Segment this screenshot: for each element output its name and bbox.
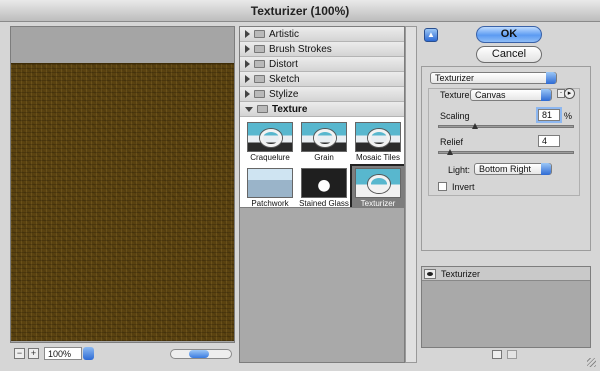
relief-slider[interactable] <box>438 149 574 155</box>
collapsed-triangle-icon <box>245 75 250 83</box>
filter-settings-panel: Texturizer Texture: Canvas - ▸ Scaling 8… <box>421 66 591 251</box>
filter-gallery-empty-area <box>239 208 405 363</box>
relief-label: Relief <box>440 137 464 147</box>
window-title: Texturizer (100%) <box>0 0 600 22</box>
light-label: Light: <box>448 165 471 175</box>
category-brush-strokes[interactable]: Brush Strokes <box>240 42 404 57</box>
filter-thumb-grain[interactable]: Grain <box>298 120 350 164</box>
folder-icon <box>257 105 268 113</box>
category-label: Brush Strokes <box>269 43 332 55</box>
filter-thumb-label: Mosaic Tiles <box>355 153 400 162</box>
zoom-in-button[interactable]: + <box>28 348 39 359</box>
filter-preview-thumbnail <box>355 168 401 198</box>
folder-icon <box>254 30 265 38</box>
scaling-label: Scaling <box>440 111 470 121</box>
folder-icon <box>254 90 265 98</box>
filter-preview-thumbnail <box>247 122 293 152</box>
filter-thumb-craquelure[interactable]: Craquelure <box>244 120 296 164</box>
invert-checkbox[interactable] <box>438 182 447 191</box>
select-arrows-icon <box>546 72 556 84</box>
preview-zoom-bar: − + 100% <box>10 346 235 362</box>
zoom-level-field[interactable]: 100% <box>44 347 82 360</box>
relief-field[interactable]: 4 <box>538 135 560 147</box>
filter-thumb-label: Grain <box>314 153 334 162</box>
ok-button[interactable]: OK <box>476 26 542 43</box>
filter-thumb-label: Stained Glass <box>299 199 349 208</box>
effect-layer-label: Texturizer <box>441 269 481 279</box>
filter-thumb-mosaic-tiles[interactable]: Mosaic Tiles <box>352 120 404 164</box>
category-label: Distort <box>269 58 298 70</box>
preview-horizontal-scrollbar[interactable] <box>170 349 232 359</box>
category-label: Sketch <box>269 73 300 85</box>
filter-preview-ring <box>314 129 336 147</box>
category-distort[interactable]: Distort <box>240 57 404 72</box>
light-select[interactable]: Bottom Right <box>474 163 552 175</box>
filter-thumb-patchwork[interactable]: Patchwork <box>244 166 296 208</box>
filter-thumb-label: Craquelure <box>250 153 290 162</box>
effect-layers-panel: Texturizer <box>421 266 591 348</box>
category-artistic[interactable]: Artistic <box>240 27 404 42</box>
preview-pane[interactable] <box>10 26 235 343</box>
folder-icon <box>254 60 265 68</box>
filter-thumb-label: Texturizer <box>360 199 396 208</box>
collapsed-triangle-icon <box>245 90 250 98</box>
effect-layer-row[interactable]: Texturizer <box>422 267 590 281</box>
filter-preview-thumbnail <box>355 122 401 152</box>
filter-thumb-label: Patchwork <box>251 199 289 208</box>
category-stylize[interactable]: Stylize <box>240 87 404 102</box>
category-texture[interactable]: Texture <box>240 102 404 117</box>
texture-preview-image[interactable] <box>11 63 234 341</box>
texture-select[interactable]: Canvas <box>470 89 552 101</box>
zoom-dropdown-arrow-icon[interactable] <box>83 347 94 360</box>
filter-preview-thumbnail <box>301 168 347 198</box>
resize-grip-icon[interactable] <box>587 358 596 367</box>
collapse-gallery-button[interactable]: ▲ <box>424 28 438 42</box>
select-arrows-icon <box>541 163 551 175</box>
texture-select-value: Canvas <box>475 90 506 100</box>
filter-preview-ring <box>260 129 282 147</box>
invert-label: Invert <box>452 182 475 192</box>
category-label: Artistic <box>269 28 299 40</box>
texture-filter-thumbnails: Craquelure Grain Mosaic Tiles Patchwork … <box>240 117 404 208</box>
cancel-button[interactable]: Cancel <box>476 46 542 63</box>
load-texture-arrow-icon[interactable]: ▸ <box>564 88 575 99</box>
collapsed-triangle-icon <box>245 60 250 68</box>
delete-effect-layer-icon[interactable] <box>507 350 517 359</box>
filter-preview-ring <box>368 175 390 193</box>
filter-preview-ring <box>368 129 390 147</box>
filter-gallery: Artistic Brush Strokes Distort Sketch St… <box>239 26 405 208</box>
filter-select-value: Texturizer <box>435 73 475 83</box>
filter-preview-thumbnail <box>247 168 293 198</box>
gallery-vertical-scrollbar[interactable] <box>405 26 417 363</box>
filter-thumb-stained-glass[interactable]: Stained Glass <box>298 166 350 208</box>
filter-select[interactable]: Texturizer <box>430 72 557 84</box>
eye-visibility-icon[interactable] <box>424 269 436 279</box>
category-label: Stylize <box>269 88 299 100</box>
scaling-unit: % <box>564 111 573 121</box>
expanded-triangle-icon <box>245 106 253 112</box>
collapsed-triangle-icon <box>245 30 250 38</box>
texture-label: Texture: <box>440 90 473 100</box>
filter-thumb-texturizer[interactable]: Texturizer <box>350 164 404 208</box>
relief-slider-knob[interactable] <box>447 149 453 155</box>
scaling-field[interactable]: 81 <box>538 109 560 121</box>
scaling-slider-knob[interactable] <box>472 123 478 129</box>
preview-scroll-thumb[interactable] <box>189 350 209 358</box>
category-label: Texture <box>272 103 308 115</box>
select-arrows-icon <box>541 89 551 101</box>
folder-icon <box>254 45 265 53</box>
light-select-value: Bottom Right <box>479 164 532 174</box>
filter-preview-thumbnail <box>301 122 347 152</box>
new-effect-layer-icon[interactable] <box>492 350 502 359</box>
zoom-out-button[interactable]: − <box>14 348 25 359</box>
category-sketch[interactable]: Sketch <box>240 72 404 87</box>
scaling-slider[interactable] <box>438 123 574 129</box>
folder-icon <box>254 75 265 83</box>
collapsed-triangle-icon <box>245 45 250 53</box>
